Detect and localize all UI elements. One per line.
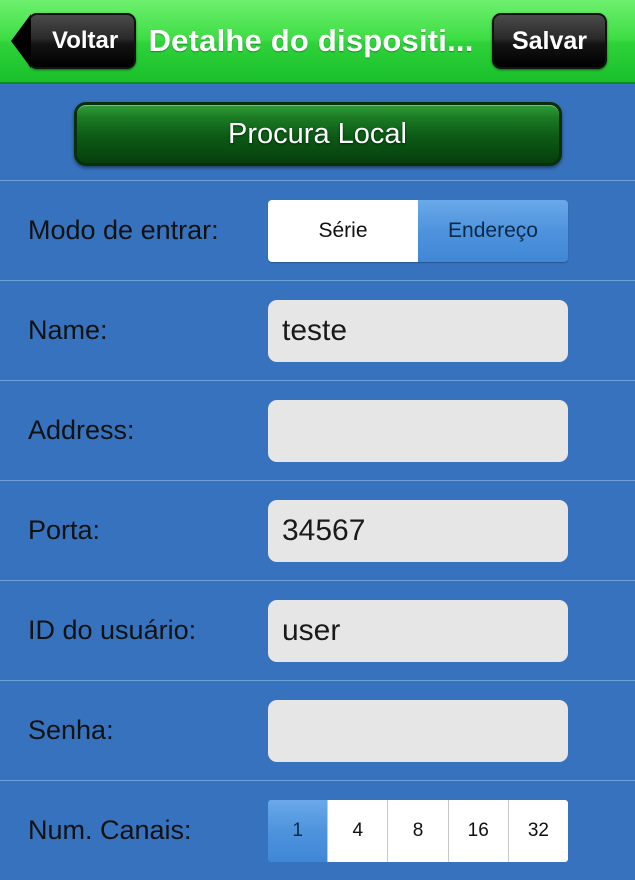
- channel-option-8[interactable]: 8: [388, 799, 449, 862]
- row-entry-mode-label: Modo de entrar:: [28, 215, 219, 245]
- channel-count-segmented-control[interactable]: 1 4 8 16 32: [268, 799, 568, 862]
- address-input[interactable]: [268, 399, 568, 462]
- save-button[interactable]: Salvar: [491, 13, 607, 69]
- channel-option-16[interactable]: 16: [448, 799, 509, 862]
- row-user-id: ID do usuário: user: [0, 580, 635, 680]
- channel-option-32-label: 32: [527, 819, 549, 841]
- row-port-label: Porta:: [28, 515, 101, 545]
- local-search-button-label: Procura Local: [228, 117, 407, 150]
- row-password: Senha:: [0, 680, 635, 780]
- row-address: Address:: [0, 380, 635, 480]
- channel-option-8-label: 8: [412, 819, 424, 841]
- row-name: Name: teste: [0, 280, 635, 380]
- local-search-button[interactable]: Procura Local: [73, 102, 562, 166]
- row-channel-count: Num. Canais: 1 4 8 16 32: [0, 780, 635, 880]
- channel-option-32[interactable]: 32: [508, 799, 568, 862]
- password-input[interactable]: [268, 699, 568, 762]
- search-button-container: Procura Local: [0, 84, 635, 180]
- device-detail-screen: Voltar Detalhe do dispositi... Salvar Pr…: [0, 0, 635, 877]
- name-input[interactable]: teste: [268, 299, 568, 362]
- name-input-value: teste: [282, 313, 348, 347]
- channel-option-16-label: 16: [467, 819, 489, 841]
- entry-mode-segmented-control[interactable]: Série Endereço: [268, 199, 568, 262]
- channel-option-4[interactable]: 4: [328, 799, 389, 862]
- page-title: Detalhe do dispositi...: [148, 23, 474, 58]
- navigation-bar: Voltar Detalhe do dispositi... Salvar: [0, 0, 635, 84]
- row-channel-count-label: Num. Canais:: [28, 815, 192, 845]
- user-id-input-value: user: [282, 613, 341, 647]
- row-entry-mode: Modo de entrar: Série Endereço: [0, 180, 635, 280]
- back-button[interactable]: Voltar: [28, 13, 137, 69]
- channel-option-1[interactable]: 1: [268, 799, 329, 862]
- entry-mode-option-endereco[interactable]: Endereço: [418, 199, 568, 262]
- form-rows: Modo de entrar: Série Endereço Name: tes…: [0, 180, 635, 880]
- port-input[interactable]: 34567: [268, 499, 568, 562]
- channel-option-4-label: 4: [352, 819, 364, 841]
- entry-mode-option-serie[interactable]: Série: [268, 199, 418, 262]
- save-button-label: Salvar: [511, 26, 587, 55]
- channel-option-1-label: 1: [292, 819, 303, 841]
- row-address-label: Address:: [28, 415, 135, 445]
- row-password-label: Senha:: [28, 715, 114, 745]
- row-port: Porta: 34567: [0, 480, 635, 580]
- user-id-input[interactable]: user: [268, 599, 568, 662]
- entry-mode-option-endereco-label: Endereço: [448, 218, 538, 242]
- row-user-id-label: ID do usuário:: [28, 615, 197, 645]
- entry-mode-option-serie-label: Série: [318, 218, 368, 242]
- port-input-value: 34567: [282, 513, 366, 547]
- row-name-label: Name:: [28, 315, 108, 345]
- back-button-label: Voltar: [52, 27, 119, 54]
